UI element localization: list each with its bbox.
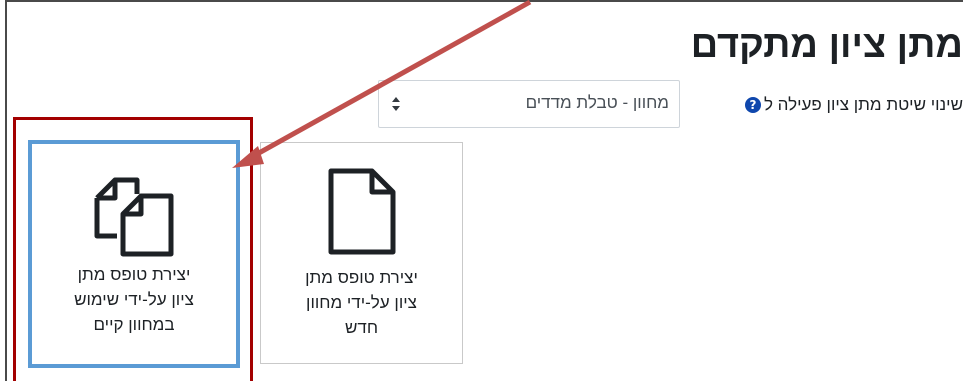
create-from-existing-rubric-tile[interactable]: יצירת טופס מתן ציון על-ידי שימוש במחוון … [28, 140, 240, 368]
select-arrows-icon [392, 97, 400, 111]
page-title: מתן ציון מתקדם [690, 24, 963, 66]
method-row: שינוי שיטת מתן ציון פעילה ל ? [737, 88, 963, 122]
grading-method-select-value: מחוון - טבלת מדדים [525, 93, 669, 112]
grading-method-select[interactable]: מחוון - טבלת מדדים [378, 80, 680, 128]
help-icon[interactable]: ? [744, 97, 761, 113]
document-icon [328, 168, 395, 255]
create-from-new-rubric-label: יצירת טופס מתן ציון על-ידי מחוון חדש [305, 268, 418, 337]
create-from-new-rubric-tile[interactable]: יצירת טופס מתן ציון על-ידי מחוון חדש [260, 142, 463, 364]
method-label: שינוי שיטת מתן ציון פעילה ל [763, 95, 963, 114]
create-from-existing-rubric-label: יצירת טופס מתן ציון על-ידי שימוש במחוון … [74, 265, 194, 334]
copy-documents-icon [94, 177, 174, 257]
